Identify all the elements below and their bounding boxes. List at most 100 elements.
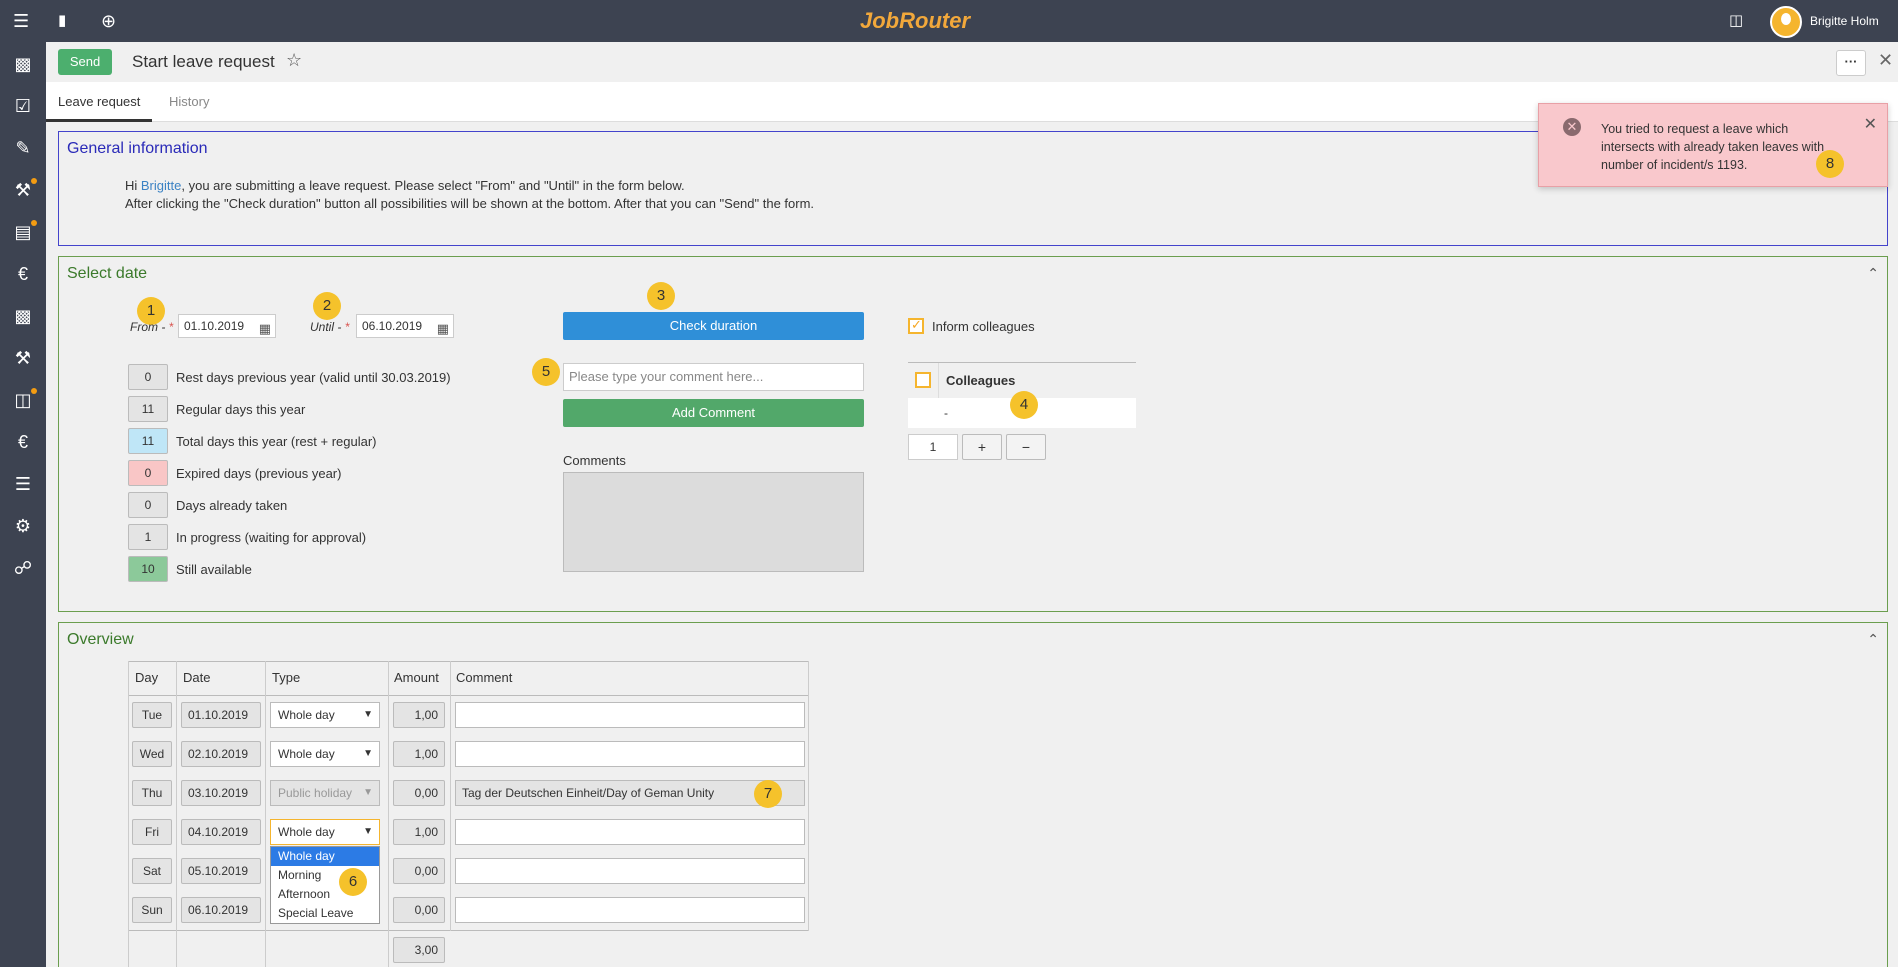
- title-bar: Send Start leave request ☆ ··· ✕: [46, 42, 1898, 82]
- section-title: General information: [67, 140, 208, 157]
- type-select[interactable]: Whole day ▼: [270, 741, 380, 767]
- comment-cell-input[interactable]: [455, 858, 805, 884]
- add-row-button[interactable]: +: [962, 434, 1002, 460]
- type-select[interactable]: Whole day ▼: [270, 819, 380, 845]
- annotation-badge-2: 2: [313, 292, 341, 320]
- tasks-check-icon[interactable]: ☑: [0, 88, 46, 124]
- column-header-amount: Amount: [394, 670, 439, 685]
- document-edit-icon[interactable]: ✎: [0, 130, 46, 166]
- comment-cell-input[interactable]: [455, 897, 805, 923]
- euro-icon-2[interactable]: €: [0, 424, 46, 460]
- stat-label: Expired days (previous year): [176, 466, 342, 481]
- stat-in-progress: 1: [128, 524, 168, 550]
- menu-icon[interactable]: ☰: [13, 10, 29, 32]
- form-icon[interactable]: ▤: [0, 214, 46, 250]
- stat-expired-days: 0: [128, 460, 168, 486]
- stat-days-taken: 0: [128, 492, 168, 518]
- dropdown-option-special-leave[interactable]: Special Leave: [271, 904, 379, 923]
- section-title: Overview: [67, 631, 134, 648]
- day-cell: Thu: [132, 780, 172, 806]
- comment-cell-input[interactable]: [455, 741, 805, 767]
- amount-cell: 0,00: [393, 897, 445, 923]
- hammer-icon-2[interactable]: ⚒: [0, 340, 46, 376]
- type-select[interactable]: Whole day ▼: [270, 702, 380, 728]
- bookmark-icon[interactable]: ▮: [58, 10, 66, 32]
- date-cell: 04.10.2019: [181, 819, 261, 845]
- comment-cell-input[interactable]: [455, 819, 805, 845]
- close-icon[interactable]: ✕: [1878, 50, 1893, 71]
- documents-icon[interactable]: ◫: [0, 382, 46, 418]
- stat-total-days: 11: [128, 428, 168, 454]
- list-icon[interactable]: ☰: [0, 466, 46, 502]
- collapse-chevron-icon[interactable]: ⌃: [1867, 631, 1879, 648]
- dropdown-arrow-icon: ▼: [363, 787, 373, 798]
- user-name[interactable]: Brigitte Holm: [1810, 14, 1879, 28]
- comments-label: Comments: [563, 453, 626, 468]
- annotation-badge-3: 3: [647, 282, 675, 310]
- link-icon[interactable]: ☍: [0, 550, 46, 586]
- amount-cell: 0,00: [393, 858, 445, 884]
- check-duration-button[interactable]: Check duration: [563, 312, 864, 340]
- amount-cell: 0,00: [393, 780, 445, 806]
- calendar-icon[interactable]: ▦: [259, 318, 271, 340]
- dropdown-arrow-icon: ▼: [363, 826, 373, 837]
- select-all-colleagues-checkbox[interactable]: [915, 372, 931, 388]
- stat-label: Rest days previous year (valid until 30.…: [176, 370, 451, 385]
- error-icon: ✕: [1563, 118, 1581, 136]
- send-button[interactable]: Send: [58, 49, 112, 75]
- remove-row-button[interactable]: −: [1006, 434, 1046, 460]
- contact-icon[interactable]: ▩: [0, 298, 46, 334]
- inform-colleagues-checkbox[interactable]: [908, 317, 924, 334]
- comment-cell-input: Tag der Deutschen Einheit/Day of Geman U…: [455, 780, 805, 806]
- column-header-type: Type: [272, 670, 301, 685]
- tab-leave-request[interactable]: Leave request: [46, 82, 153, 122]
- from-label: From - *: [130, 320, 174, 334]
- day-cell: Sun: [132, 897, 172, 923]
- close-icon[interactable]: ✕: [1864, 114, 1877, 134]
- left-sidebar: ▩ ☑ ✎ ⚒ ▤ € ▩ ⚒ ◫ € ☰ ⚙ ☍: [0, 42, 46, 967]
- date-cell: 05.10.2019: [181, 858, 261, 884]
- user-link[interactable]: Brigitte: [141, 178, 181, 193]
- stat-label: Days already taken: [176, 498, 288, 513]
- annotation-badge-4: 4: [1010, 391, 1038, 419]
- row-count-input[interactable]: 1: [908, 434, 958, 460]
- annotation-badge-8: 8: [1816, 150, 1844, 178]
- annotation-badge-5: 5: [532, 358, 560, 386]
- stat-label: In progress (waiting for approval): [176, 530, 367, 545]
- date-cell: 03.10.2019: [181, 780, 261, 806]
- inbox-icon[interactable]: ▩: [0, 46, 46, 82]
- dropdown-option-whole-day[interactable]: Whole day: [271, 847, 379, 866]
- until-label: Until - *: [310, 320, 350, 334]
- info-line-1: Hi Brigitte, you are submitting a leave …: [125, 178, 685, 193]
- section-title: Select date: [67, 265, 148, 282]
- favorite-star-icon[interactable]: ☆: [286, 50, 302, 71]
- stat-label: Total days this year (rest + regular): [176, 434, 377, 449]
- top-bar: ☰ ▮ ⊕ JobRouter ◫ Brigitte Holm: [0, 0, 1898, 42]
- from-date-input[interactable]: 01.10.2019 ▦: [178, 314, 276, 338]
- annotation-badge-6: 6: [339, 868, 367, 896]
- collapse-chevron-icon[interactable]: ⌃: [1867, 265, 1879, 282]
- add-icon[interactable]: ⊕: [101, 10, 116, 32]
- date-cell: 06.10.2019: [181, 897, 261, 923]
- avatar[interactable]: [1770, 6, 1802, 38]
- comment-cell-input[interactable]: [455, 702, 805, 728]
- colleague-cell[interactable]: -: [944, 406, 948, 420]
- inform-colleagues-label: Inform colleagues: [932, 319, 1035, 334]
- tab-history[interactable]: History: [157, 82, 221, 122]
- until-date-input[interactable]: 06.10.2019 ▦: [356, 314, 454, 338]
- clipboard-icon[interactable]: ◫: [1729, 10, 1743, 32]
- calendar-icon[interactable]: ▦: [437, 318, 449, 340]
- amount-cell: 1,00: [393, 702, 445, 728]
- wrench-icon[interactable]: ⚙: [0, 508, 46, 544]
- hammer-icon[interactable]: ⚒: [0, 172, 46, 208]
- more-options-button[interactable]: ···: [1836, 50, 1866, 76]
- stat-still-available: 10: [128, 556, 168, 582]
- comment-input[interactable]: Please type your comment here...: [563, 363, 864, 391]
- day-cell: Tue: [132, 702, 172, 728]
- add-comment-button[interactable]: Add Comment: [563, 399, 864, 427]
- day-cell: Fri: [132, 819, 172, 845]
- euro-icon[interactable]: €: [0, 256, 46, 292]
- total-amount-cell: 3,00: [393, 937, 445, 963]
- error-message: You tried to request a leave which inter…: [1601, 122, 1825, 172]
- comments-textarea[interactable]: [563, 472, 864, 572]
